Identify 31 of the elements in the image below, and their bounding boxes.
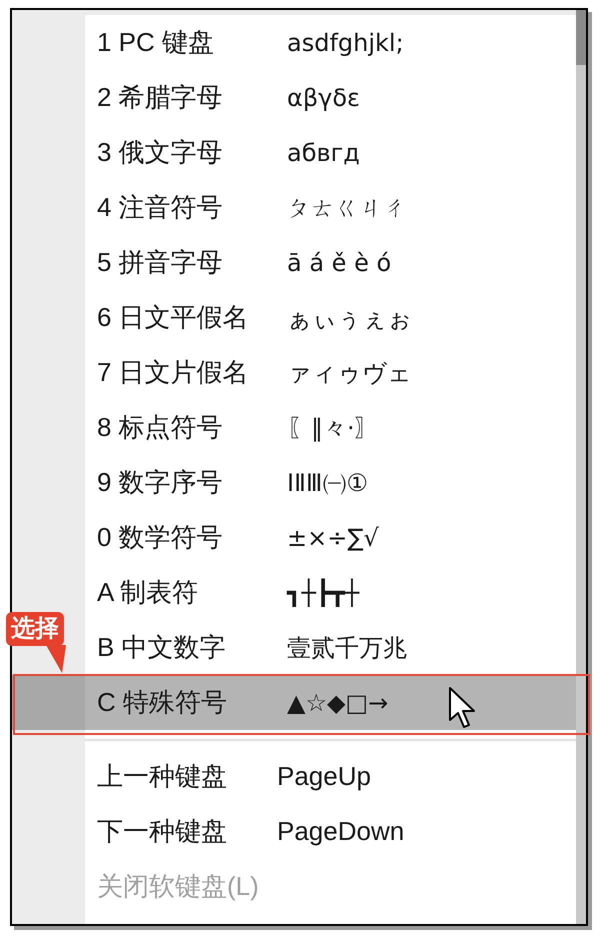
keyboard-name: 4 注音符号: [97, 191, 224, 224]
sample-characters: ァィゥヴェ: [287, 358, 412, 388]
sample-characters: ▲☆◆□→: [287, 688, 388, 718]
keyboard-name: A 制表符: [97, 576, 200, 609]
menu-item-label: 上一种键盘: [97, 760, 228, 793]
shortcut-key: PageUp: [277, 757, 371, 796]
keyboard-name: B 中文数字: [97, 631, 227, 664]
keyboard-name: 1 PC 键盘: [97, 26, 216, 59]
sample-characters: 〖‖々·〗: [287, 412, 379, 444]
keyboard-name: 9 数字序号: [97, 466, 224, 499]
menu-item-label: 下一种键盘: [97, 815, 228, 848]
sample-characters: абвгд: [287, 138, 360, 168]
keyboard-name: 3 俄文字母: [97, 136, 224, 169]
sample-characters: ぁぃぅぇぉ: [287, 302, 412, 334]
keyboard-name: 8 标点符号: [97, 411, 224, 444]
sample-characters: ±×÷∑√: [287, 522, 379, 554]
shortcut-key: PageDown: [277, 812, 404, 851]
sample-characters: αβγδε: [287, 82, 360, 114]
keyboard-name: 7 日文片假名: [97, 356, 250, 389]
sample-characters: ⅠⅡⅢ㈠①: [287, 468, 368, 498]
sample-characters: asdfghjkl;: [287, 28, 404, 58]
sample-characters: 壹贰千万兆: [287, 632, 407, 664]
sample-characters: ┓┼┣┳┼: [287, 578, 360, 609]
sample-characters: ā á ě è ó: [287, 248, 392, 278]
keyboard-name: 5 拼音字母: [97, 246, 224, 279]
keyboard-name: 2 希腊字母: [97, 81, 224, 114]
keyboard-name: 6 日文平假名: [97, 301, 250, 334]
keyboard-name: C 特殊符号: [97, 686, 228, 719]
menu-item-label: 关闭软键盘(L): [97, 870, 260, 903]
keyboard-name: 0 数学符号: [97, 521, 224, 554]
sample-characters: ㄆㄊㄍㄐㄔ: [287, 192, 407, 224]
